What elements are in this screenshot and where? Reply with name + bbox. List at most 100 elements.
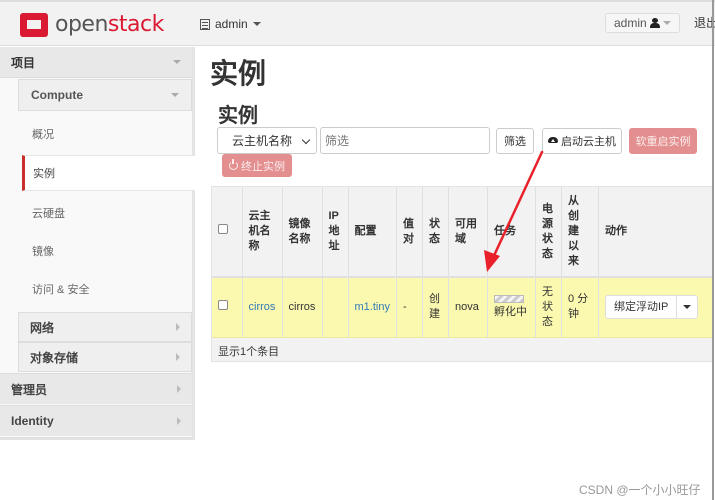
sidebar-item-label: 镜像: [32, 246, 54, 258]
sidebar-item-access-security[interactable]: 访问 & 安全: [22, 271, 192, 307]
row-select-cell: [212, 277, 243, 338]
col-ip[interactable]: IP地址: [322, 187, 349, 278]
table-header-row: 云主机名称 镜像名称 IP地址 配置 值对 状态 可用域 任务 电源状态 从创建…: [212, 187, 715, 278]
terminate-instance-button[interactable]: 终止实例: [222, 154, 292, 177]
sidebar-item-label: 概况: [32, 129, 54, 141]
project-icon: [200, 18, 210, 30]
sidebar-object-store-label: 对象存储: [30, 350, 79, 365]
sidebar-identity-label: Identity: [11, 414, 54, 428]
power-icon: [229, 159, 238, 170]
chevron-down-icon: [301, 135, 311, 145]
openstack-logo[interactable]: openstack: [20, 12, 164, 37]
launch-instance-label: 启动云主机: [561, 136, 616, 148]
filter-input[interactable]: [320, 127, 490, 154]
task-text: 孵化中: [493, 305, 527, 318]
sidebar-dashboard-identity[interactable]: Identity: [0, 405, 192, 436]
sidebar-item-volumes[interactable]: 云硬盘: [22, 195, 192, 231]
select-all-checkbox[interactable]: [218, 224, 228, 234]
top-navbar: openstack admin admin 退出: [0, 0, 715, 46]
col-name[interactable]: 云主机名称: [242, 187, 283, 278]
col-flavor-label: 配置: [354, 225, 377, 237]
col-actions-label: 动作: [604, 225, 627, 237]
col-image-label: 镜像名称: [288, 217, 311, 245]
project-name: admin: [215, 17, 248, 31]
col-status[interactable]: 状态: [422, 187, 449, 278]
chevron-down-icon: [683, 305, 692, 310]
col-keypair[interactable]: 值对: [396, 187, 423, 278]
sidebar-network-label: 网络: [30, 320, 55, 335]
chevron-down-icon: [662, 21, 671, 25]
sidebar-panel-object-store[interactable]: 对象存储: [18, 342, 192, 372]
col-age[interactable]: 从创建以来: [561, 187, 599, 278]
page-title: 实例: [210, 57, 267, 90]
task-progress-bar: [493, 294, 524, 303]
openstack-logo-icon: [20, 12, 48, 37]
logo-text-open: open: [55, 12, 108, 37]
sidebar-panel-network[interactable]: 网络: [18, 312, 192, 342]
row-checkbox[interactable]: [218, 299, 228, 310]
select-all-header: [212, 187, 243, 278]
sidebar-project-label: 项目: [11, 55, 36, 70]
sidebar-dashboard-project[interactable]: 项目: [0, 47, 192, 78]
chevron-right-icon: [176, 353, 180, 361]
cell-image: cirros: [282, 277, 323, 338]
project-switcher[interactable]: admin: [200, 17, 261, 31]
chevron-down-icon: [171, 93, 179, 97]
user-icon: [649, 18, 660, 28]
filter-field-select[interactable]: 云主机名称: [217, 127, 317, 154]
soft-reboot-button[interactable]: 软重启实例: [629, 128, 697, 154]
chevron-right-icon: [176, 323, 180, 331]
sidebar-admin-label: 管理员: [11, 382, 48, 397]
col-ip-label: IP地址: [328, 210, 340, 252]
col-availability-zone[interactable]: 可用域: [448, 187, 488, 278]
col-status-label: 状态: [428, 217, 440, 245]
sidebar-item-overview[interactable]: 概况: [22, 116, 192, 152]
col-actions: 动作: [598, 187, 715, 278]
chevron-down-icon: [252, 22, 261, 26]
filter-button-label: 筛选: [504, 136, 526, 148]
col-keypair-label: 值对: [402, 217, 414, 245]
col-image[interactable]: 镜像名称: [282, 187, 323, 278]
instances-table: 云主机名称 镜像名称 IP地址 配置 值对 状态 可用域 任务 电源状态 从创建…: [211, 186, 715, 362]
sidebar-item-label: 实例: [33, 168, 55, 180]
cell-name: cirros: [242, 277, 283, 338]
status-text: 创建: [428, 293, 440, 321]
cell-actions: 绑定浮动IP: [598, 277, 715, 338]
cell-keypair: -: [396, 277, 423, 338]
user-menu[interactable]: admin: [605, 13, 680, 33]
instance-actions-split-button: 绑定浮动IP: [604, 295, 699, 320]
cell-age: 0 分钟: [561, 277, 599, 338]
sidebar-item-images[interactable]: 镜像: [22, 233, 192, 269]
terminate-instance-label: 终止实例: [241, 160, 285, 173]
cell-status: 创建: [422, 277, 449, 338]
cell-az: nova: [448, 277, 488, 338]
more-actions-toggle[interactable]: [677, 296, 697, 318]
associate-floating-ip-button[interactable]: 绑定浮动IP: [606, 296, 678, 319]
cell-ip: [322, 277, 349, 338]
sidebar-item-label: 访问 & 安全: [32, 284, 90, 296]
sidebar-item-instances[interactable]: 实例: [22, 155, 195, 191]
col-task[interactable]: 任务: [487, 187, 536, 278]
col-power-label: 电源状态: [541, 202, 553, 260]
col-flavor[interactable]: 配置: [348, 187, 397, 278]
sidebar-panel-compute[interactable]: Compute: [18, 79, 192, 111]
instance-name-link[interactable]: cirros: [249, 301, 276, 313]
cell-task: 孵化中: [487, 277, 536, 338]
col-power-state[interactable]: 电源状态: [535, 187, 562, 278]
cell-flavor: m1.tiny: [348, 277, 397, 338]
power-state-text: 无状态: [541, 285, 553, 328]
table-row: cirros cirros m1.tiny - 创建 nova 孵化中 无状态 …: [212, 277, 715, 338]
user-name: admin: [614, 16, 647, 30]
table-footer-count: 显示1个条目: [218, 346, 280, 358]
col-name-label: 云主机名称: [248, 210, 271, 252]
watermark: CSDN @一个小小旺仔: [579, 483, 701, 497]
sidebar-dashboard-admin[interactable]: 管理员: [0, 373, 192, 404]
launch-instance-button[interactable]: 启动云主机: [542, 128, 622, 154]
sidebar-item-label: 云硬盘: [32, 208, 65, 220]
flavor-link[interactable]: m1.tiny: [355, 301, 390, 313]
section-title: 实例: [218, 103, 258, 127]
filter-field-value: 云主机名称: [232, 134, 293, 148]
filter-button[interactable]: 筛选: [496, 128, 534, 154]
col-task-label: 任务: [493, 225, 516, 237]
col-az-label: 可用域: [454, 217, 477, 245]
